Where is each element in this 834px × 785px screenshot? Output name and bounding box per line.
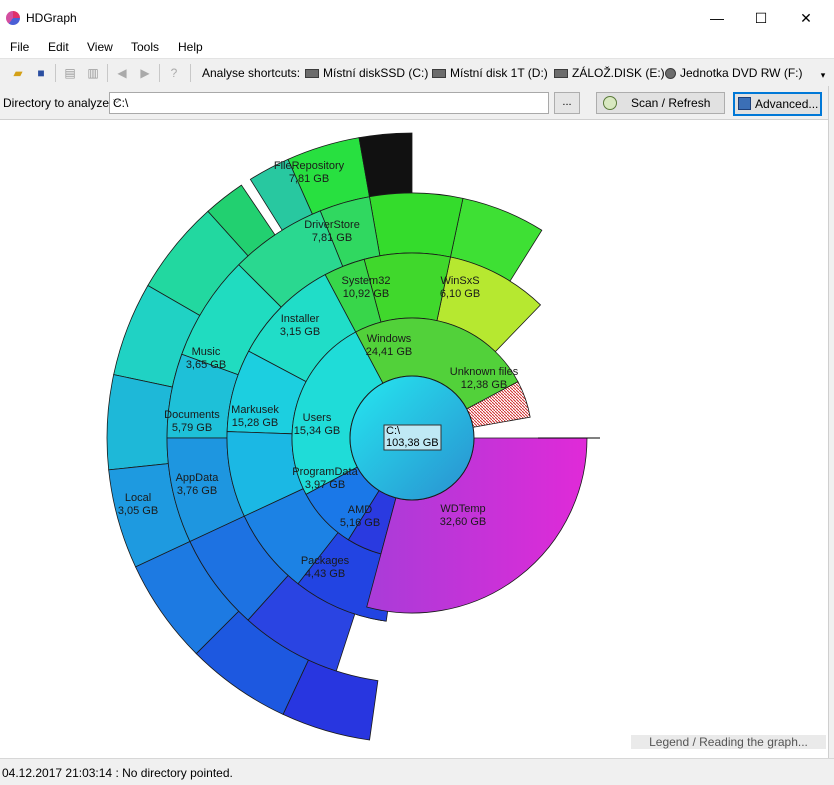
sunburst-graph-area: C:\ 103,38 GB FileRepository 7,81 GB DriverS…	[0, 120, 828, 756]
shortcuts-label: Analyse shortcuts:	[202, 66, 301, 80]
documents-label: Documents	[164, 409, 220, 421]
save-icon[interactable]: ■	[33, 65, 49, 81]
drive-shortcut-e[interactable]: ZÁLOŽ.DISK (E:)	[554, 66, 665, 80]
sunburst-chart[interactable]: C:\103,38 GBFileRepository7,81 GBDriverS…	[0, 120, 828, 756]
filerepository-label: FileRepository	[274, 160, 345, 172]
minimize-button[interactable]: —	[694, 0, 740, 36]
windows-label: Windows	[367, 333, 412, 345]
winsxs-size: 6,10 GB	[440, 288, 480, 300]
toolbar-separator	[190, 64, 191, 82]
right-panel-edge	[828, 86, 834, 758]
advanced-label: Advanced...	[755, 97, 819, 111]
installer-label: Installer	[281, 313, 320, 325]
status-bar: 04.12.2017 21:03:14 : No directory point…	[0, 758, 834, 785]
drive-icon	[305, 69, 319, 79]
drive-icon	[554, 69, 568, 79]
print-icon[interactable]: ▤	[62, 65, 78, 81]
close-button[interactable]: ✕	[783, 0, 829, 36]
local-size: 3,05 GB	[118, 505, 158, 517]
maximize-button[interactable]: ☐	[738, 0, 784, 36]
windows-size: 24,41 GB	[366, 346, 412, 358]
programdata-label: ProgramData	[292, 466, 358, 478]
packages-label: Packages	[301, 555, 350, 567]
subfolder-segment[interactable]	[368, 192, 464, 258]
users-label: Users	[303, 412, 332, 424]
toolbar-separator	[159, 64, 160, 82]
markusek-size: 15,28 GB	[232, 417, 278, 429]
advanced-button[interactable]: Advanced...	[733, 92, 822, 116]
driverstore-size: 7,81 GB	[312, 232, 352, 244]
back-icon[interactable]: ◀	[114, 65, 130, 81]
winsxs-label: WinSxS	[440, 275, 479, 287]
toolbar: ▰ ■ ▤ ▥ ◀ ▶ ? Analyse shortcuts: Místní …	[0, 58, 834, 88]
system32-label: System32	[342, 275, 391, 287]
local-label: Local	[125, 492, 151, 504]
menu-tools[interactable]: Tools	[131, 40, 159, 54]
help-icon[interactable]: ?	[166, 65, 182, 81]
directory-combobox[interactable]: C:\ ⌵	[109, 92, 549, 114]
driverstore-label: DriverStore	[304, 219, 360, 231]
installer-size: 3,15 GB	[280, 326, 320, 338]
chevron-down-icon[interactable]: ⌵	[113, 95, 544, 106]
programdata-size: 3,97 GB	[305, 479, 345, 491]
print-preview-icon[interactable]: ▥	[85, 65, 101, 81]
toolbar-overflow-icon[interactable]: ▾	[815, 67, 831, 83]
users-size: 15,34 GB	[294, 425, 340, 437]
scan-label: Scan / Refresh	[631, 96, 711, 110]
settings-icon	[738, 97, 751, 110]
app-icon	[6, 11, 20, 25]
status-text: 04.12.2017 21:03:14 : No directory point…	[2, 766, 233, 780]
menu-view[interactable]: View	[87, 40, 113, 54]
appdata-label: AppData	[176, 472, 220, 484]
menu-help[interactable]: Help	[178, 40, 203, 54]
amd-size: 5,16 GB	[340, 517, 380, 529]
music-size: 3,65 GB	[186, 359, 226, 371]
title-bar: HDGraph — ☐ ✕	[0, 0, 834, 36]
drive-label: Místní disk 1T (D:)	[450, 66, 548, 80]
toolbar-separator	[55, 64, 56, 82]
wdtemp-label: WDTemp	[440, 503, 485, 515]
wdtemp-size: 32,60 GB	[440, 516, 486, 528]
documents-size: 5,79 GB	[172, 422, 212, 434]
filerepository-size: 7,81 GB	[289, 173, 329, 185]
root-size: 103,38 GB	[386, 437, 439, 449]
scan-refresh-button[interactable]: Scan / Refresh	[596, 92, 725, 114]
toolbar-separator	[107, 64, 108, 82]
forward-icon[interactable]: ▶	[137, 65, 153, 81]
drive-icon	[432, 69, 446, 79]
appdata-size: 3,76 GB	[177, 485, 217, 497]
menu-bar: File Edit View Tools Help	[0, 36, 834, 58]
drive-label: Místní diskSSD (C:)	[323, 66, 429, 80]
drive-label: Jednotka DVD RW (F:)	[680, 66, 803, 80]
dvd-drive-icon	[665, 68, 676, 80]
drive-label: ZÁLOŽ.DISK (E:)	[572, 66, 665, 80]
deep-folder-segment[interactable]	[106, 374, 173, 471]
music-label: Music	[192, 346, 221, 358]
system32-size: 10,92 GB	[343, 288, 389, 300]
menu-edit[interactable]: Edit	[48, 40, 69, 54]
drive-shortcut-f[interactable]: Jednotka DVD RW (F:)	[665, 66, 802, 80]
legend-link[interactable]: Legend / Reading the graph...	[631, 735, 826, 749]
directory-bar: Directory to analyze : C:\ ⌵ ... Scan / …	[0, 87, 834, 120]
browse-button[interactable]: ...	[554, 92, 580, 114]
packages-size: 4,43 GB	[305, 568, 345, 580]
window-title: HDGraph	[26, 11, 77, 25]
directory-label: Directory to analyze :	[3, 96, 116, 110]
menu-file[interactable]: File	[10, 40, 29, 54]
unknown-files-size: 12,38 GB	[461, 379, 507, 391]
markusek-label: Markusek	[231, 404, 279, 416]
drive-shortcut-d[interactable]: Místní disk 1T (D:)	[432, 66, 548, 80]
amd-label: AMD	[348, 504, 373, 516]
unknown-files-label: Unknown files	[450, 366, 519, 378]
root-name: C:\	[386, 425, 401, 437]
open-folder-icon[interactable]: ▰	[10, 65, 26, 81]
drive-shortcut-c[interactable]: Místní diskSSD (C:)	[305, 66, 428, 80]
clock-icon	[603, 96, 617, 110]
